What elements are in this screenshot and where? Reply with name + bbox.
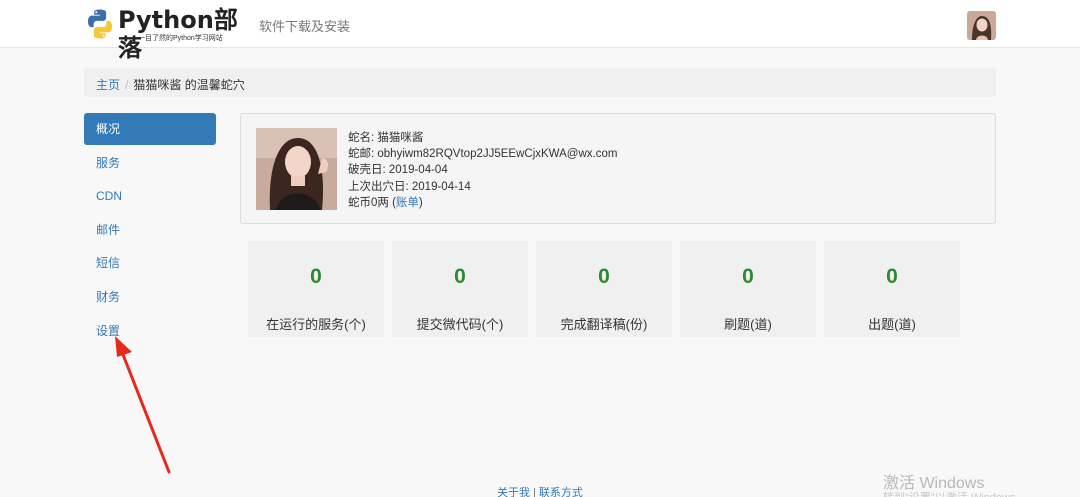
annotation-arrow-icon xyxy=(115,336,171,474)
breadcrumb-home[interactable]: 主页 xyxy=(96,78,120,92)
stat-label: 提交微代码(个) xyxy=(416,317,504,332)
sidebar-item-finance[interactable]: 财务 xyxy=(84,281,216,313)
windows-activation-hint: 转到"设置"以激活 Windows xyxy=(883,489,1016,497)
stat-value: 0 xyxy=(454,265,466,288)
breadcrumb-current: 猫猫咪酱 的温馨蛇穴 xyxy=(133,78,245,92)
profile-created-date: 破壳日: 2019-04-04 xyxy=(348,164,448,177)
site-logo[interactable]: Python部落 一目了然的Python学习网站 xyxy=(84,6,254,62)
stat-running-services: 0 在运行的服务(个) xyxy=(248,241,384,337)
stat-value: 0 xyxy=(598,265,610,288)
profile-name: 蛇名: 猫猫咪酱 xyxy=(348,132,424,144)
logo-subtitle: 一目了然的Python学习网站 xyxy=(138,35,223,42)
breadcrumb: 主页 / 猫猫咪酱 的温馨蛇穴 xyxy=(84,68,996,97)
profile-photo xyxy=(256,128,337,210)
profile-coins: 蛇币0两 (账单) xyxy=(348,195,617,211)
sidebar-item-cdn[interactable]: CDN xyxy=(84,180,216,212)
stat-label: 完成翻译稿(份) xyxy=(560,317,648,332)
profile-email: 蛇邮: obhyiwm82RQVtop2JJ5EEwCjxKWA@wx.com xyxy=(348,148,618,161)
footer-contact-link[interactable]: 联系方式 xyxy=(539,487,583,497)
stat-solved-problems: 0 刷题(道) xyxy=(680,241,816,337)
sidebar-item-overview[interactable]: 概况 xyxy=(84,113,216,145)
footer-separator: | xyxy=(533,487,536,497)
nav-link-software-download[interactable]: 软件下载及安装 xyxy=(259,16,350,35)
coins-suffix: ) xyxy=(418,196,423,209)
top-bar: Python部落 一目了然的Python学习网站 软件下载及安装 xyxy=(0,0,1080,62)
profile-photo-image xyxy=(256,128,337,210)
stat-value: 0 xyxy=(886,265,898,288)
avatar-image xyxy=(967,11,996,40)
sidebar-item-mail[interactable]: 邮件 xyxy=(84,214,216,246)
stat-created-problems: 0 出题(道) xyxy=(824,241,960,337)
footer-about-link[interactable]: 关于我 xyxy=(497,487,530,497)
stat-label: 刷题(道) xyxy=(724,317,772,332)
bill-link[interactable]: 账单 xyxy=(396,197,419,209)
sidebar-item-services[interactable]: 服务 xyxy=(84,147,216,179)
profile-panel: 蛇名: 猫猫咪酱 蛇邮: obhyiwm82RQVtop2JJ5EEwCjxKW… xyxy=(240,113,996,224)
coins-text: 蛇币0两 ( xyxy=(348,196,396,209)
stat-translations: 0 完成翻译稿(份) xyxy=(536,241,672,337)
stat-submitted-code: 0 提交微代码(个) xyxy=(392,241,528,337)
profile-info: 蛇名: 猫猫咪酱 蛇邮: obhyiwm82RQVtop2JJ5EEwCjxKW… xyxy=(348,130,617,211)
profile-last-out-date: 上次出穴日: 2019-04-14 xyxy=(348,180,471,193)
python-logo-icon xyxy=(88,9,112,39)
user-avatar[interactable] xyxy=(967,11,996,40)
stat-value: 0 xyxy=(742,265,754,288)
stat-value: 0 xyxy=(310,265,322,288)
sidebar-nav: 概况 服务 CDN 邮件 短信 财务 设置 xyxy=(84,113,216,348)
stat-label: 出题(道) xyxy=(868,317,916,332)
sidebar-item-sms[interactable]: 短信 xyxy=(84,247,216,279)
stat-label: 在运行的服务(个) xyxy=(266,317,366,332)
breadcrumb-separator: / xyxy=(125,78,129,92)
